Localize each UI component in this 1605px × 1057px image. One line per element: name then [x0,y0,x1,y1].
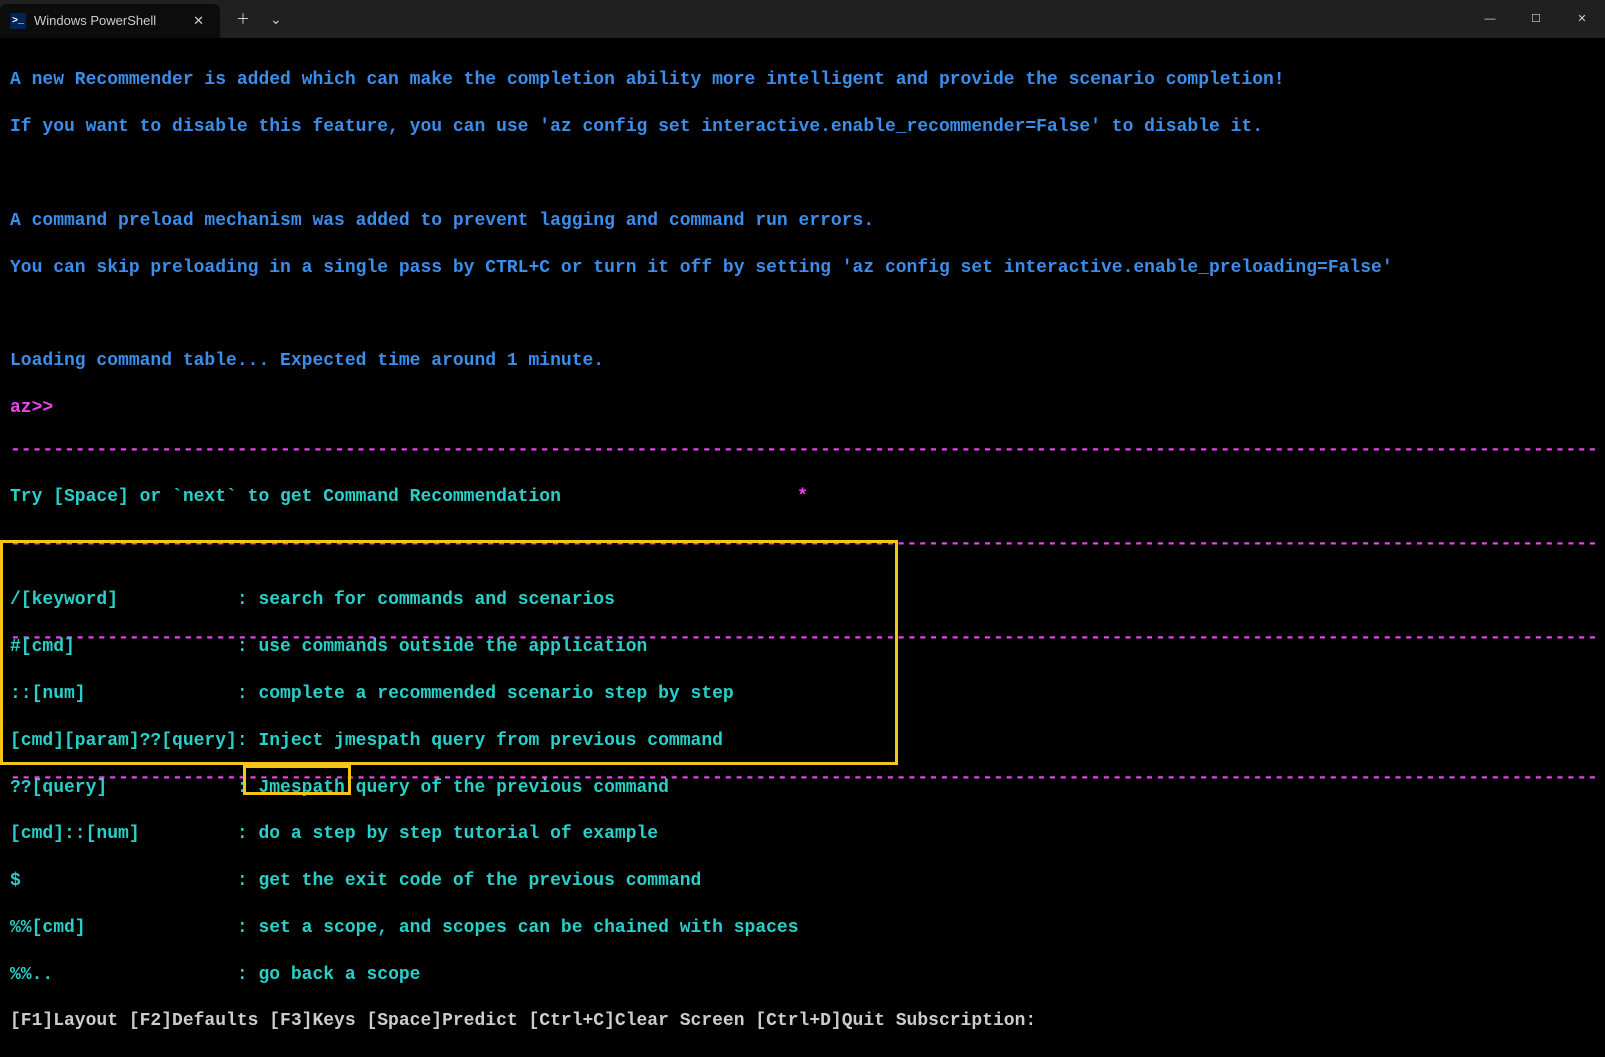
maximize-button[interactable]: ☐ [1513,0,1559,38]
help-row: %%[cmd] : set a scope, and scopes can be… [10,917,1036,940]
recommendation-hint: Try [Space] or `next` to get Command Rec… [10,487,561,507]
powershell-icon: >_ [10,13,26,29]
help-row: %%.. : go back a scope [10,964,1036,987]
close-window-button[interactable]: ✕ [1559,0,1605,38]
tab-close-button[interactable]: ✕ [187,11,210,32]
help-row: ::[num] : complete a recommended scenari… [10,683,1036,706]
terminal-output[interactable]: A new Recommender is added which can mak… [0,38,1605,444]
preload-info-line2: You can skip preloading in a single pass… [10,257,1595,280]
help-shortcuts: /[keyword] : search for commands and sce… [10,566,1036,1057]
star-indicator: * [797,486,808,509]
titlebar: >_ Windows PowerShell ✕ ＋ ⌄ — ☐ ✕ [0,0,1605,38]
tab-dropdown-button[interactable]: ⌄ [262,6,290,32]
tab-title: Windows PowerShell [34,13,179,30]
loading-status: Loading command table... Expected time a… [10,350,1595,373]
help-row: #[cmd] : use commands outside the applic… [10,636,1036,659]
window-controls: — ☐ ✕ [1467,0,1605,38]
preload-info-line1: A command preload mechanism was added to… [10,210,1595,233]
recommender-info-line2: If you want to disable this feature, you… [10,116,1595,139]
help-row: ??[query] : Jmespath query of the previo… [10,777,1036,800]
new-tab-button[interactable]: ＋ [228,6,258,32]
help-row: /[keyword] : search for commands and sce… [10,589,1036,612]
help-row: $ : get the exit code of the previous co… [10,870,1036,893]
recommender-info-line1: A new Recommender is added which can mak… [10,69,1595,92]
divider: ----------------------------------------… [10,439,1595,462]
divider: ----------------------------------------… [10,533,1595,556]
help-row: [cmd]::[num] : do a step by step tutoria… [10,823,1036,846]
tab-actions: ＋ ⌄ [220,0,298,38]
footer-shortcuts: [F1]Layout [F2]Defaults [F3]Keys [Space]… [10,1010,1036,1033]
minimize-button[interactable]: — [1467,0,1513,38]
tab-powershell[interactable]: >_ Windows PowerShell ✕ [0,4,220,38]
help-row: [cmd][param]??[query]: Inject jmespath q… [10,730,1036,753]
